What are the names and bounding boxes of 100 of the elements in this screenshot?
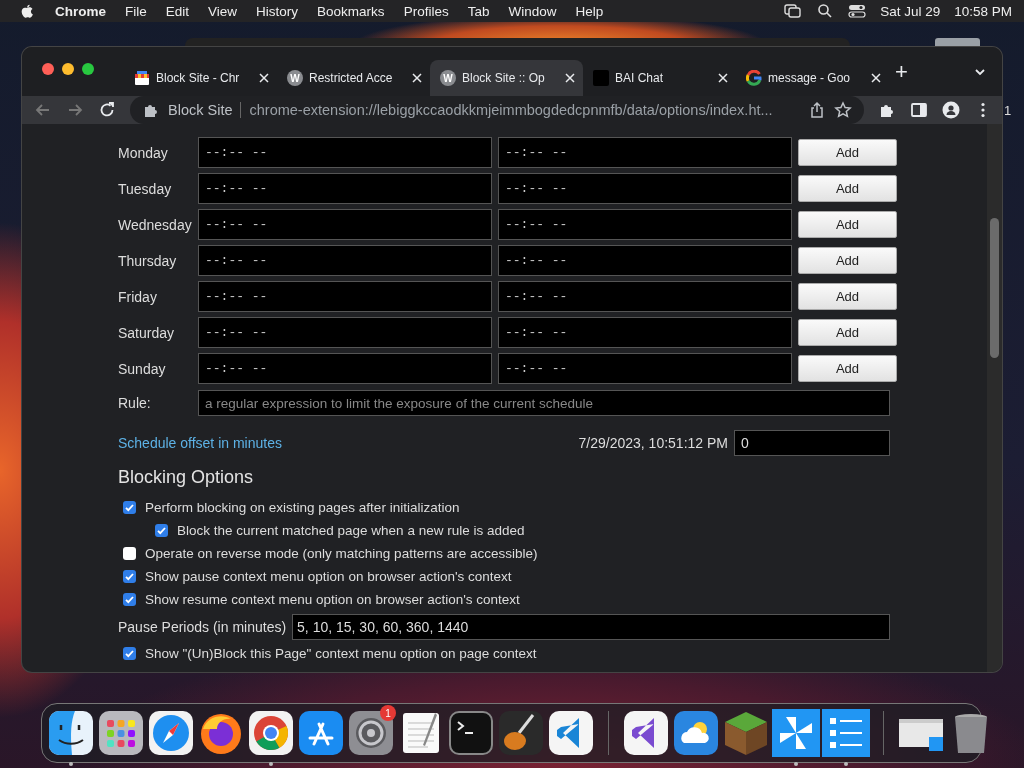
grid-icon[interactable] bbox=[97, 709, 145, 757]
profile-icon[interactable] bbox=[942, 101, 960, 119]
close-icon[interactable] bbox=[259, 73, 269, 83]
menu-bar-date: Sat Jul 29 bbox=[880, 3, 941, 19]
pinwheel-icon[interactable] bbox=[772, 709, 820, 757]
add-button[interactable]: Add bbox=[798, 175, 897, 202]
terminal-icon[interactable] bbox=[447, 709, 495, 757]
partial-text: 1 bbox=[1004, 103, 1012, 118]
time-field[interactable]: --:-- -- bbox=[198, 209, 492, 240]
menu-item[interactable]: Edit bbox=[165, 3, 190, 19]
timestamp: 7/29/2023, 10:51:12 PM bbox=[578, 435, 728, 451]
menu-item[interactable]: Bookmarks bbox=[317, 3, 385, 19]
checkbox-label: Block the current matched page when a new rule is added bbox=[177, 523, 525, 538]
add-button[interactable]: Add bbox=[798, 211, 897, 238]
checklist-icon[interactable] bbox=[822, 709, 870, 757]
share-icon[interactable] bbox=[808, 101, 826, 119]
checkbox[interactable] bbox=[123, 647, 136, 660]
time-field[interactable]: --:-- -- bbox=[198, 137, 492, 168]
face-icon[interactable] bbox=[47, 709, 95, 757]
browser-tab[interactable]: W Block Site :: Op bbox=[430, 60, 583, 96]
guitar-icon[interactable] bbox=[497, 709, 545, 757]
close-icon[interactable] bbox=[412, 73, 422, 83]
notification-badge: 1 bbox=[380, 705, 396, 721]
offset-field[interactable]: 0 bbox=[734, 430, 890, 456]
checkbox-label: Operate on reverse mode (only matching patterns are accessible) bbox=[145, 546, 538, 561]
favicon: W bbox=[287, 70, 303, 86]
checkbox[interactable] bbox=[123, 547, 136, 560]
time-field[interactable]: --:-- -- bbox=[498, 317, 792, 348]
day-label: Monday bbox=[118, 144, 169, 161]
close-icon[interactable] bbox=[718, 73, 728, 83]
add-button[interactable]: Add bbox=[798, 139, 897, 166]
cube-icon[interactable] bbox=[722, 709, 770, 757]
add-button[interactable]: Add bbox=[798, 247, 897, 274]
menu-item[interactable]: File bbox=[125, 3, 147, 19]
close-icon[interactable] bbox=[871, 73, 881, 83]
checkbox[interactable] bbox=[155, 524, 168, 537]
time-field[interactable]: --:-- -- bbox=[498, 173, 792, 204]
menu-item[interactable]: History bbox=[256, 3, 299, 19]
day-label: Sunday bbox=[118, 360, 167, 377]
day-label: Saturday bbox=[118, 324, 176, 341]
gear-icon[interactable] bbox=[347, 709, 395, 757]
menu-item[interactable]: Window bbox=[508, 3, 557, 19]
address-bar[interactable]: Block Site chrome-extension://lebiggkccaodkkmjeimmbogdedcpnmfb/data/options/index.ht... bbox=[130, 96, 864, 124]
checkbox[interactable] bbox=[123, 501, 136, 514]
browser-tab[interactable]: BAI Chat bbox=[583, 60, 736, 96]
time-field[interactable]: --:-- -- bbox=[198, 173, 492, 204]
checkbox[interactable] bbox=[123, 570, 136, 583]
time-field[interactable]: --:-- -- bbox=[498, 245, 792, 276]
add-button[interactable]: Add bbox=[798, 283, 897, 310]
time-field[interactable]: --:-- -- bbox=[198, 281, 492, 312]
checkbox[interactable] bbox=[123, 593, 136, 606]
time-field[interactable]: --:-- -- bbox=[198, 245, 492, 276]
close-icon[interactable] bbox=[565, 73, 575, 83]
app-menu[interactable]: Chrome bbox=[55, 3, 106, 19]
time-field[interactable]: --:-- -- bbox=[198, 353, 492, 384]
day-label: Thursday bbox=[118, 252, 178, 269]
reload-icon[interactable] bbox=[98, 101, 116, 119]
browser-tab[interactable]: W Restricted Acce bbox=[277, 60, 430, 96]
time-field[interactable]: --:-- -- bbox=[498, 353, 792, 384]
new-tab-button[interactable]: + bbox=[889, 58, 914, 85]
time-field[interactable]: --:-- -- bbox=[498, 209, 792, 240]
checkbox-label: Perform blocking on existing pages after initialization bbox=[145, 500, 460, 515]
menu-item[interactable]: View bbox=[208, 3, 238, 19]
close-button[interactable] bbox=[42, 62, 54, 75]
menu-item[interactable]: Tab bbox=[467, 3, 490, 19]
add-button[interactable]: Add bbox=[798, 355, 897, 382]
screen-mirroring-icon[interactable] bbox=[784, 3, 803, 19]
menu-item[interactable]: Profiles bbox=[403, 3, 449, 19]
checkbox-label: Show "(Un)Block this Page" context menu option on page context bbox=[145, 646, 537, 661]
day-label: Wednesday bbox=[118, 216, 192, 233]
compass-icon[interactable] bbox=[147, 709, 195, 757]
site-name: Block Site bbox=[168, 102, 233, 118]
menu-bar-clock: 10:58 PM bbox=[954, 3, 1012, 19]
ribbon-icon[interactable] bbox=[622, 709, 670, 757]
zoom-button[interactable] bbox=[82, 62, 94, 75]
scrollbar-thumb[interactable] bbox=[990, 218, 999, 358]
browser-tab[interactable]: message - Goo bbox=[736, 60, 889, 96]
rule-field[interactable]: a regular expression to limit the exposure of the current schedule bbox=[198, 390, 890, 416]
url-text: chrome-extension://lebiggkccaodkkmjeimmbogdedcpnmfb/data/options/index.ht... bbox=[249, 102, 774, 118]
time-field[interactable]: --:-- -- bbox=[498, 137, 792, 168]
add-button[interactable]: Add bbox=[798, 319, 897, 346]
checkbox-label: Show resume context menu option on browser action's context bbox=[145, 592, 520, 607]
minimize-button[interactable] bbox=[62, 62, 74, 75]
day-label: Friday bbox=[118, 288, 158, 305]
scrollbar[interactable] bbox=[987, 124, 1002, 672]
pause-periods-field[interactable]: 5, 10, 15, 30, 60, 360, 1440 bbox=[292, 614, 890, 640]
star-icon[interactable] bbox=[834, 101, 852, 119]
cloud-icon[interactable] bbox=[672, 709, 720, 757]
menu-item[interactable]: Help bbox=[575, 3, 604, 19]
ribbon-icon[interactable] bbox=[547, 709, 595, 757]
time-field[interactable]: --:-- -- bbox=[498, 281, 792, 312]
field-label: Pause Periods (in minutes) bbox=[118, 619, 287, 635]
multicolor-ring-icon bbox=[746, 70, 762, 86]
time-field[interactable]: --:-- -- bbox=[198, 317, 492, 348]
browser-tab[interactable]: Block Site - Chr bbox=[124, 60, 277, 96]
side-panel-icon[interactable] bbox=[910, 101, 928, 119]
control-center-icon[interactable] bbox=[848, 3, 867, 19]
letter-a-icon[interactable] bbox=[297, 709, 345, 757]
schedule-offset-link[interactable]: Schedule offset in minutes bbox=[118, 435, 579, 451]
checkbox-label: Show pause context menu option on browser action's context bbox=[145, 569, 512, 584]
